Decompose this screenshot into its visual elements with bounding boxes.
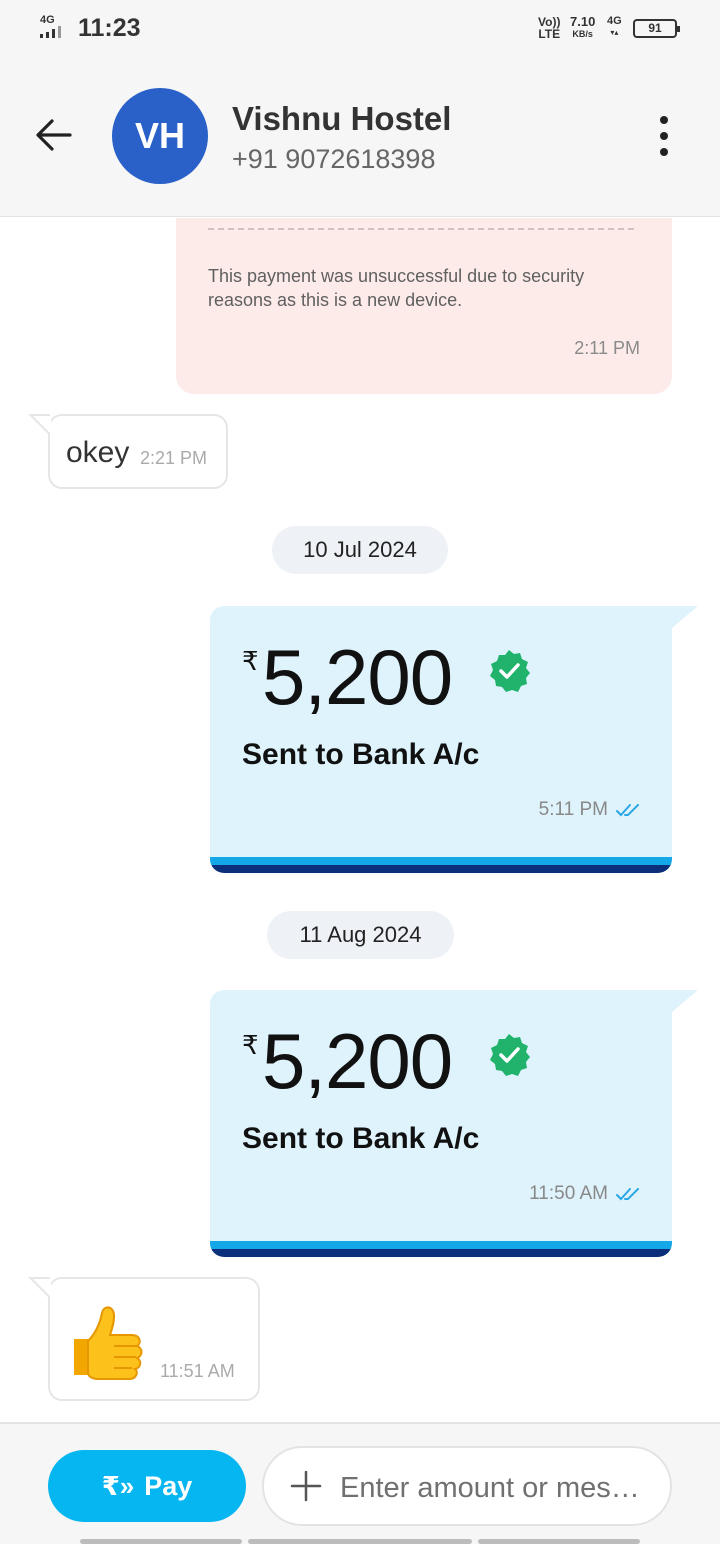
- signal-icon: [40, 26, 61, 38]
- payment-card[interactable]: ₹ 5,200 Sent to Bank A/c 5:11 PM: [210, 606, 672, 873]
- speed-unit: KB/s: [572, 29, 593, 39]
- input-placeholder: Enter amount or mes…: [340, 1472, 640, 1504]
- contact-phone: +91 9072618398: [232, 144, 436, 174]
- data-network-indicator: 4G ▾▴: [607, 16, 622, 38]
- dot: [660, 116, 668, 124]
- bubble-tail: [672, 990, 698, 1012]
- volte-indicator: Vo)) LTE: [538, 16, 560, 40]
- card-stripe: [210, 1249, 672, 1257]
- verified-check-icon: [490, 1034, 530, 1076]
- message-text: okey: [66, 436, 130, 469]
- message-time: 11:50 AM: [529, 1183, 608, 1204]
- thumbs-up-icon: [74, 1306, 143, 1380]
- volte-bottom: LTE: [538, 27, 561, 41]
- message-time: 2:21 PM: [140, 448, 208, 468]
- battery-icon: 91: [633, 19, 680, 38]
- currency-symbol: ₹: [242, 1030, 259, 1060]
- speed-value: 7.10: [570, 14, 596, 29]
- status-bar: 4G 11:23 Vo)) LTE 7.10 KB/s 4G ▾▴ 91: [0, 0, 720, 60]
- card-stripe: [210, 1241, 672, 1249]
- received-message[interactable]: 11:51 AM: [28, 1277, 260, 1401]
- payment-amount: 5,200: [262, 633, 453, 721]
- card-stripe: [210, 857, 672, 865]
- network-type: 4G: [40, 14, 55, 26]
- currency-symbol: ₹: [242, 646, 259, 676]
- network-speed: 7.10 KB/s: [570, 15, 595, 41]
- nav-handle[interactable]: [248, 1539, 472, 1544]
- date-separator: 11 Aug 2024: [267, 911, 454, 959]
- chat-thread[interactable]: This payment was unsuccessful due to sec…: [0, 218, 720, 1422]
- rupee-pay-icon: ₹»: [101, 1470, 135, 1501]
- nav-handle[interactable]: [80, 1539, 242, 1544]
- failed-payment-message: This payment was unsuccessful due to sec…: [208, 266, 585, 310]
- divider: [208, 228, 634, 230]
- chat-header: VH Vishnu Hostel +91 9072618398: [0, 60, 720, 217]
- bubble-tail: [672, 606, 698, 628]
- dot: [660, 148, 668, 156]
- payment-status-label: Sent to Bank A/c: [242, 738, 480, 771]
- date-separator: 10 Jul 2024: [272, 526, 448, 574]
- payment-card[interactable]: ₹ 5,200 Sent to Bank A/c 11:50 AM: [210, 990, 672, 1257]
- data-network-label: 4G: [607, 15, 622, 27]
- message-input[interactable]: Enter amount or mes…: [262, 1446, 672, 1526]
- avatar[interactable]: VH: [112, 88, 208, 184]
- plus-icon[interactable]: [286, 1466, 326, 1506]
- pay-button-label: Pay: [144, 1470, 193, 1501]
- composer-bar: ₹» Pay Enter amount or mes…: [0, 1422, 720, 1544]
- data-arrows-icon: ▾▴: [610, 28, 619, 37]
- card-stripe: [210, 865, 672, 873]
- payment-amount: 5,200: [262, 1017, 453, 1105]
- back-button[interactable]: [30, 110, 80, 160]
- double-tick-icon: [616, 804, 639, 817]
- dot: [660, 132, 668, 140]
- message-time: 5:11 PM: [538, 799, 608, 820]
- verified-check-icon: [490, 650, 530, 692]
- message-time: 2:11 PM: [574, 338, 640, 358]
- failed-payment-card[interactable]: This payment was unsuccessful due to sec…: [176, 218, 672, 394]
- back-arrow-icon: [36, 119, 72, 151]
- received-message[interactable]: okey 2:21 PM: [28, 414, 228, 489]
- message-time: 11:51 AM: [160, 1361, 235, 1381]
- contact-name[interactable]: Vishnu Hostel: [232, 100, 451, 138]
- payment-status-label: Sent to Bank A/c: [242, 1122, 480, 1155]
- nav-handle[interactable]: [478, 1539, 640, 1544]
- pay-button[interactable]: ₹» Pay: [48, 1450, 246, 1522]
- double-tick-icon: [616, 1188, 639, 1201]
- status-time: 11:23: [78, 14, 141, 42]
- more-options-button[interactable]: [650, 112, 678, 160]
